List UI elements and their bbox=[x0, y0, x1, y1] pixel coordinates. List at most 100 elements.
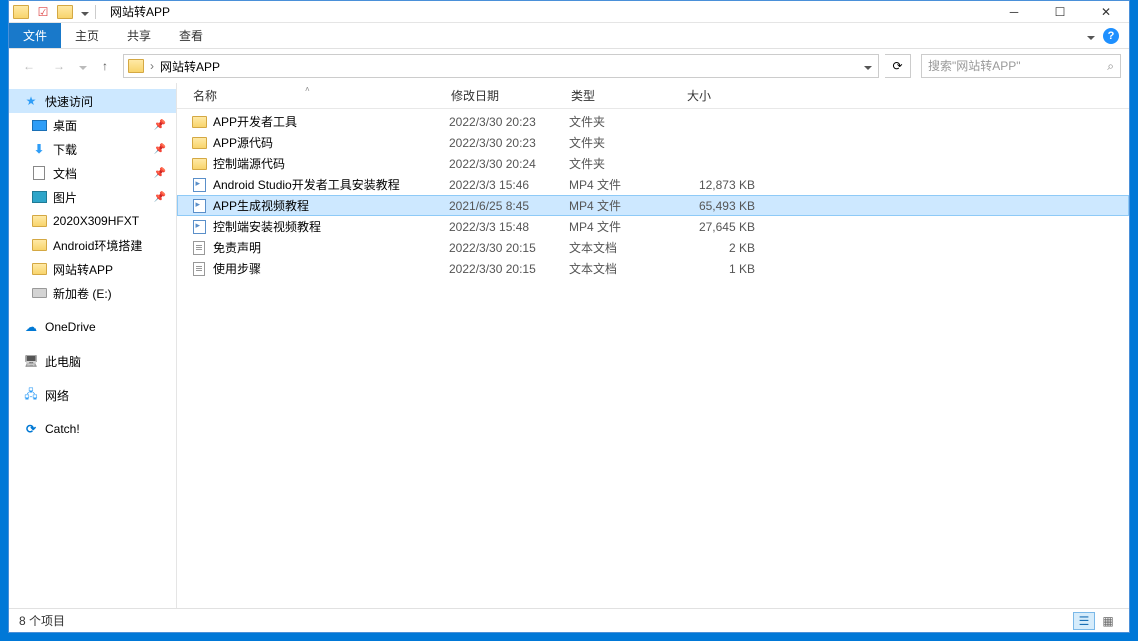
star-icon: ★ bbox=[23, 93, 39, 109]
video-file-icon bbox=[191, 220, 207, 234]
minimize-button[interactable]: ─ bbox=[991, 1, 1037, 23]
refresh-button[interactable]: ⟳ bbox=[885, 54, 911, 78]
address-bar[interactable]: › 网站转APP bbox=[123, 54, 879, 78]
search-box[interactable]: ⌕ bbox=[921, 54, 1121, 78]
sidebar-network[interactable]: 🖧网络 bbox=[9, 383, 176, 407]
ribbon-tab-file[interactable]: 文件 bbox=[9, 23, 61, 48]
sidebar-catch[interactable]: ⟳ Catch! bbox=[9, 417, 176, 441]
sidebar-item-desktop[interactable]: 桌面 📌 bbox=[9, 113, 176, 137]
sidebar: ★ 快速访问 桌面 📌 ⬇下载📌 文档📌 图片📌 2020X309HFXT And… bbox=[9, 83, 177, 608]
sort-indicator-icon: ˄ bbox=[305, 85, 310, 94]
qat-properties-icon[interactable]: ☑ bbox=[35, 4, 51, 20]
desktop-icon bbox=[31, 117, 47, 133]
help-icon[interactable]: ? bbox=[1103, 28, 1119, 44]
column-header-type[interactable]: 类型 bbox=[569, 87, 685, 104]
file-name: APP源代码 bbox=[213, 134, 449, 151]
video-file-icon bbox=[191, 178, 207, 192]
sidebar-item-recent[interactable]: Android环境搭建 bbox=[9, 233, 176, 257]
column-header-name[interactable]: 名称 bbox=[191, 87, 449, 104]
catch-icon: ⟳ bbox=[23, 421, 39, 437]
nav-forward-button[interactable]: → bbox=[47, 54, 71, 78]
folder-icon bbox=[31, 237, 47, 253]
file-name: 控制端安装视频教程 bbox=[213, 218, 449, 235]
sidebar-this-pc[interactable]: 🖥此电脑 bbox=[9, 349, 176, 373]
folder-icon bbox=[31, 261, 47, 277]
file-date: 2022/3/3 15:46 bbox=[449, 178, 569, 192]
file-row[interactable]: APP生成视频教程2021/6/25 8:45MP4 文件65,493 KB bbox=[177, 195, 1129, 216]
search-icon[interactable]: ⌕ bbox=[1107, 59, 1114, 74]
sidebar-item-downloads[interactable]: ⬇下载📌 bbox=[9, 137, 176, 161]
file-date: 2022/3/3 15:48 bbox=[449, 220, 569, 234]
sidebar-item-recent[interactable]: 2020X309HFXT bbox=[9, 209, 176, 233]
file-list[interactable]: APP开发者工具2022/3/30 20:23文件夹APP源代码2022/3/3… bbox=[177, 109, 1129, 608]
pin-icon: 📌 bbox=[154, 120, 166, 131]
status-item-count: 8 个项目 bbox=[19, 612, 65, 629]
sidebar-label: 新加卷 (E:) bbox=[53, 285, 112, 302]
pictures-icon bbox=[31, 189, 47, 205]
drive-icon bbox=[31, 285, 47, 301]
title-separator bbox=[95, 5, 96, 19]
sidebar-label: Catch! bbox=[45, 422, 80, 436]
ribbon-expand-icon[interactable] bbox=[1085, 29, 1095, 43]
network-icon: 🖧 bbox=[23, 387, 39, 403]
breadcrumb-separator-icon[interactable]: › bbox=[150, 59, 154, 73]
nav-back-button[interactable]: ← bbox=[17, 54, 41, 78]
folder-icon bbox=[191, 158, 207, 170]
file-date: 2022/3/30 20:15 bbox=[449, 241, 569, 255]
maximize-button[interactable]: ☐ bbox=[1037, 1, 1083, 23]
sidebar-item-documents[interactable]: 文档📌 bbox=[9, 161, 176, 185]
sidebar-label: OneDrive bbox=[45, 320, 96, 334]
text-file-icon bbox=[191, 262, 207, 276]
file-row[interactable]: 控制端源代码2022/3/30 20:24文件夹 bbox=[177, 153, 1129, 174]
pin-icon: 📌 bbox=[154, 168, 166, 179]
sidebar-item-recent[interactable]: 网站转APP bbox=[9, 257, 176, 281]
document-icon bbox=[31, 165, 47, 181]
navbar: ← → ↑ › 网站转APP ⟳ ⌕ bbox=[9, 49, 1129, 83]
file-name: 使用步骤 bbox=[213, 260, 449, 277]
breadcrumb-current[interactable]: 网站转APP bbox=[160, 58, 220, 75]
column-headers: ˄ 名称 修改日期 类型 大小 bbox=[177, 83, 1129, 109]
file-name: 免责声明 bbox=[213, 239, 449, 256]
sidebar-label: Android环境搭建 bbox=[53, 237, 142, 254]
sidebar-quick-access[interactable]: ★ 快速访问 bbox=[9, 89, 176, 113]
file-type: MP4 文件 bbox=[569, 176, 685, 193]
qat-dropdown-icon[interactable] bbox=[79, 5, 89, 19]
app-folder-icon bbox=[13, 4, 29, 20]
close-button[interactable]: ✕ bbox=[1083, 1, 1129, 23]
search-input[interactable] bbox=[928, 59, 1107, 73]
ribbon-tab-share[interactable]: 共享 bbox=[113, 23, 165, 48]
sidebar-onedrive[interactable]: ☁OneDrive bbox=[9, 315, 176, 339]
file-row[interactable]: APP开发者工具2022/3/30 20:23文件夹 bbox=[177, 111, 1129, 132]
file-type: 文件夹 bbox=[569, 113, 685, 130]
view-details-button[interactable]: ☰ bbox=[1073, 612, 1095, 630]
address-dropdown-icon[interactable] bbox=[862, 59, 872, 73]
nav-history-dropdown-icon[interactable] bbox=[77, 59, 87, 73]
ribbon-tab-view[interactable]: 查看 bbox=[165, 23, 217, 48]
file-date: 2022/3/30 20:15 bbox=[449, 262, 569, 276]
file-size: 1 KB bbox=[685, 262, 755, 276]
file-row[interactable]: 使用步骤2022/3/30 20:15文本文档1 KB bbox=[177, 258, 1129, 279]
file-type: 文件夹 bbox=[569, 134, 685, 151]
file-size: 27,645 KB bbox=[685, 220, 755, 234]
text-file-icon bbox=[191, 241, 207, 255]
file-row[interactable]: Android Studio开发者工具安装教程2022/3/3 15:46MP4… bbox=[177, 174, 1129, 195]
column-header-date[interactable]: 修改日期 bbox=[449, 87, 569, 104]
video-file-icon bbox=[191, 199, 207, 213]
ribbon-tab-home[interactable]: 主页 bbox=[61, 23, 113, 48]
column-header-size[interactable]: 大小 bbox=[685, 87, 757, 104]
view-thumbnails-button[interactable]: ▦ bbox=[1097, 612, 1119, 630]
sidebar-item-pictures[interactable]: 图片📌 bbox=[9, 185, 176, 209]
qat-open-folder-icon[interactable] bbox=[57, 4, 73, 20]
file-row[interactable]: APP源代码2022/3/30 20:23文件夹 bbox=[177, 132, 1129, 153]
sidebar-label: 桌面 bbox=[53, 117, 77, 134]
file-name: APP开发者工具 bbox=[213, 113, 449, 130]
file-row[interactable]: 免责声明2022/3/30 20:15文本文档2 KB bbox=[177, 237, 1129, 258]
file-type: 文件夹 bbox=[569, 155, 685, 172]
folder-icon bbox=[31, 213, 47, 229]
file-row[interactable]: 控制端安装视频教程2022/3/3 15:48MP4 文件27,645 KB bbox=[177, 216, 1129, 237]
file-name: Android Studio开发者工具安装教程 bbox=[213, 176, 449, 193]
sidebar-item-drive[interactable]: 新加卷 (E:) bbox=[9, 281, 176, 305]
file-size: 12,873 KB bbox=[685, 178, 755, 192]
nav-up-button[interactable]: ↑ bbox=[93, 54, 117, 78]
titlebar: ☑ 网站转APP ─ ☐ ✕ bbox=[9, 1, 1129, 23]
